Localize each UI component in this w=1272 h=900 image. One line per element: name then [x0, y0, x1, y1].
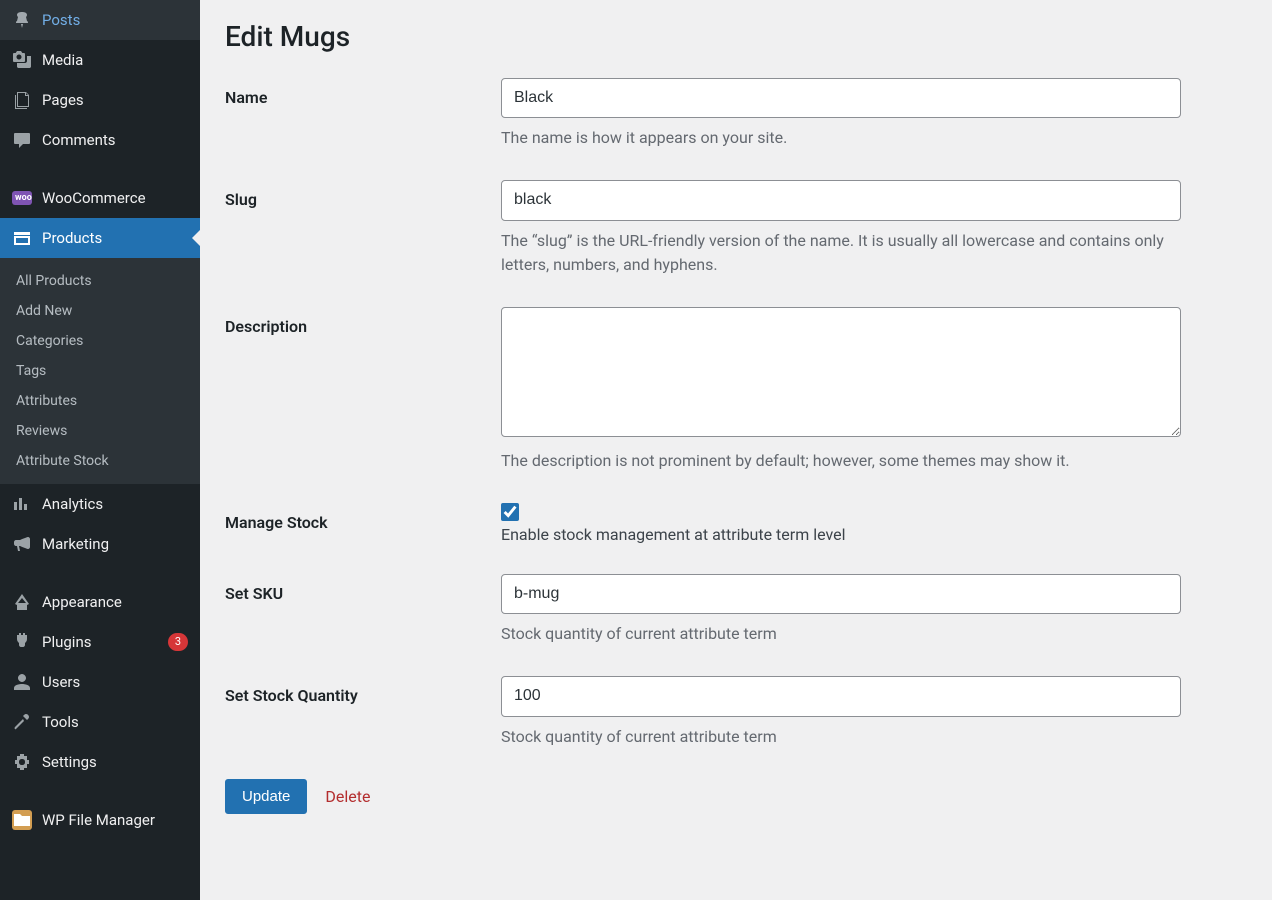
sidebar-item-label: Plugins — [42, 633, 162, 651]
tools-icon — [12, 712, 32, 732]
slug-help: The “slug” is the URL-friendly version o… — [501, 229, 1181, 277]
sidebar-item-posts[interactable]: Posts — [0, 0, 200, 40]
manage-stock-checkbox[interactable] — [501, 503, 519, 521]
sidebar-item-marketing[interactable]: Marketing — [0, 524, 200, 564]
analytics-icon — [12, 494, 32, 514]
sidebar-separator — [0, 782, 200, 800]
products-icon — [12, 228, 32, 248]
name-input[interactable] — [501, 78, 1181, 118]
sidebar-item-products[interactable]: Products — [0, 218, 200, 258]
sidebar-item-label: Products — [42, 229, 188, 247]
description-help: The description is not prominent by defa… — [501, 449, 1181, 473]
sidebar-item-label: Marketing — [42, 535, 188, 553]
field-label-slug: Slug — [225, 180, 501, 276]
sidebar-subitem-categories[interactable]: Categories — [0, 326, 200, 356]
sidebar-item-woocommerce[interactable]: woo WooCommerce — [0, 178, 200, 218]
description-textarea[interactable] — [501, 307, 1181, 437]
sidebar-item-comments[interactable]: Comments — [0, 120, 200, 160]
sidebar-subitem-reviews[interactable]: Reviews — [0, 416, 200, 446]
field-row-name: Name The name is how it appears on your … — [225, 78, 1247, 150]
sidebar-item-label: Tools — [42, 713, 188, 731]
sidebar-item-label: Comments — [42, 131, 188, 149]
sidebar-separator — [0, 160, 200, 178]
sidebar-item-label: WP File Manager — [42, 811, 188, 829]
sidebar-item-label: Pages — [42, 91, 188, 109]
media-icon — [12, 50, 32, 70]
stock-quantity-input[interactable] — [501, 676, 1181, 716]
field-row-slug: Slug The “slug” is the URL-friendly vers… — [225, 180, 1247, 276]
sidebar-item-users[interactable]: Users — [0, 662, 200, 702]
delete-link[interactable]: Delete — [325, 787, 370, 806]
comment-icon — [12, 130, 32, 150]
manage-stock-checkbox-label: Enable stock management at attribute ter… — [501, 525, 846, 544]
stock-quantity-help: Stock quantity of current attribute term — [501, 725, 1181, 749]
form-actions: Update Delete — [225, 779, 1247, 814]
pages-icon — [12, 90, 32, 110]
page-title: Edit Mugs — [225, 20, 1247, 53]
plugins-badge: 3 — [168, 633, 188, 651]
update-button[interactable]: Update — [225, 779, 307, 814]
field-row-manage-stock: Manage Stock Enable stock management at … — [225, 503, 1247, 544]
field-label-description: Description — [225, 307, 501, 473]
field-row-sku: Set SKU Stock quantity of current attrib… — [225, 574, 1247, 646]
appearance-icon — [12, 592, 32, 612]
wpfm-icon — [12, 810, 32, 830]
sidebar-item-settings[interactable]: Settings — [0, 742, 200, 782]
marketing-icon — [12, 534, 32, 554]
slug-input[interactable] — [501, 180, 1181, 220]
sidebar-item-appearance[interactable]: Appearance — [0, 582, 200, 622]
sidebar-item-analytics[interactable]: Analytics — [0, 484, 200, 524]
woo-icon: woo — [12, 188, 32, 208]
sidebar-item-label: Settings — [42, 753, 188, 771]
sidebar-item-media[interactable]: Media — [0, 40, 200, 80]
sidebar-item-wp-file-manager[interactable]: WP File Manager — [0, 800, 200, 840]
sidebar-item-label: Media — [42, 51, 188, 69]
sidebar-item-tools[interactable]: Tools — [0, 702, 200, 742]
sidebar-item-plugins[interactable]: Plugins 3 — [0, 622, 200, 662]
sidebar-subitem-tags[interactable]: Tags — [0, 356, 200, 386]
main-content: Edit Mugs Name The name is how it appear… — [200, 0, 1272, 900]
sidebar-item-label: Posts — [42, 11, 188, 29]
field-label-sku: Set SKU — [225, 574, 501, 646]
settings-icon — [12, 752, 32, 772]
sku-help: Stock quantity of current attribute term — [501, 622, 1181, 646]
sidebar-subitem-attributes[interactable]: Attributes — [0, 386, 200, 416]
admin-sidebar: Posts Media Pages Comments woo WooCommer… — [0, 0, 200, 900]
plugins-icon — [12, 632, 32, 652]
sidebar-item-pages[interactable]: Pages — [0, 80, 200, 120]
field-row-description: Description The description is not promi… — [225, 307, 1247, 473]
field-label-manage-stock: Manage Stock — [225, 503, 501, 544]
sidebar-item-label: WooCommerce — [42, 189, 188, 207]
field-label-stock-quantity: Set Stock Quantity — [225, 676, 501, 748]
sidebar-separator — [0, 564, 200, 582]
pin-icon — [12, 10, 32, 30]
sidebar-item-label: Appearance — [42, 593, 188, 611]
field-row-stock-quantity: Set Stock Quantity Stock quantity of cur… — [225, 676, 1247, 748]
sidebar-submenu-products: All Products Add New Categories Tags Att… — [0, 258, 200, 484]
sidebar-item-label: Analytics — [42, 495, 188, 513]
sidebar-subitem-attribute-stock[interactable]: Attribute Stock — [0, 446, 200, 476]
sku-input[interactable] — [501, 574, 1181, 614]
field-label-name: Name — [225, 78, 501, 150]
users-icon — [12, 672, 32, 692]
name-help: The name is how it appears on your site. — [501, 126, 1181, 150]
sidebar-item-label: Users — [42, 673, 188, 691]
sidebar-subitem-all-products[interactable]: All Products — [0, 266, 200, 296]
sidebar-subitem-add-new[interactable]: Add New — [0, 296, 200, 326]
